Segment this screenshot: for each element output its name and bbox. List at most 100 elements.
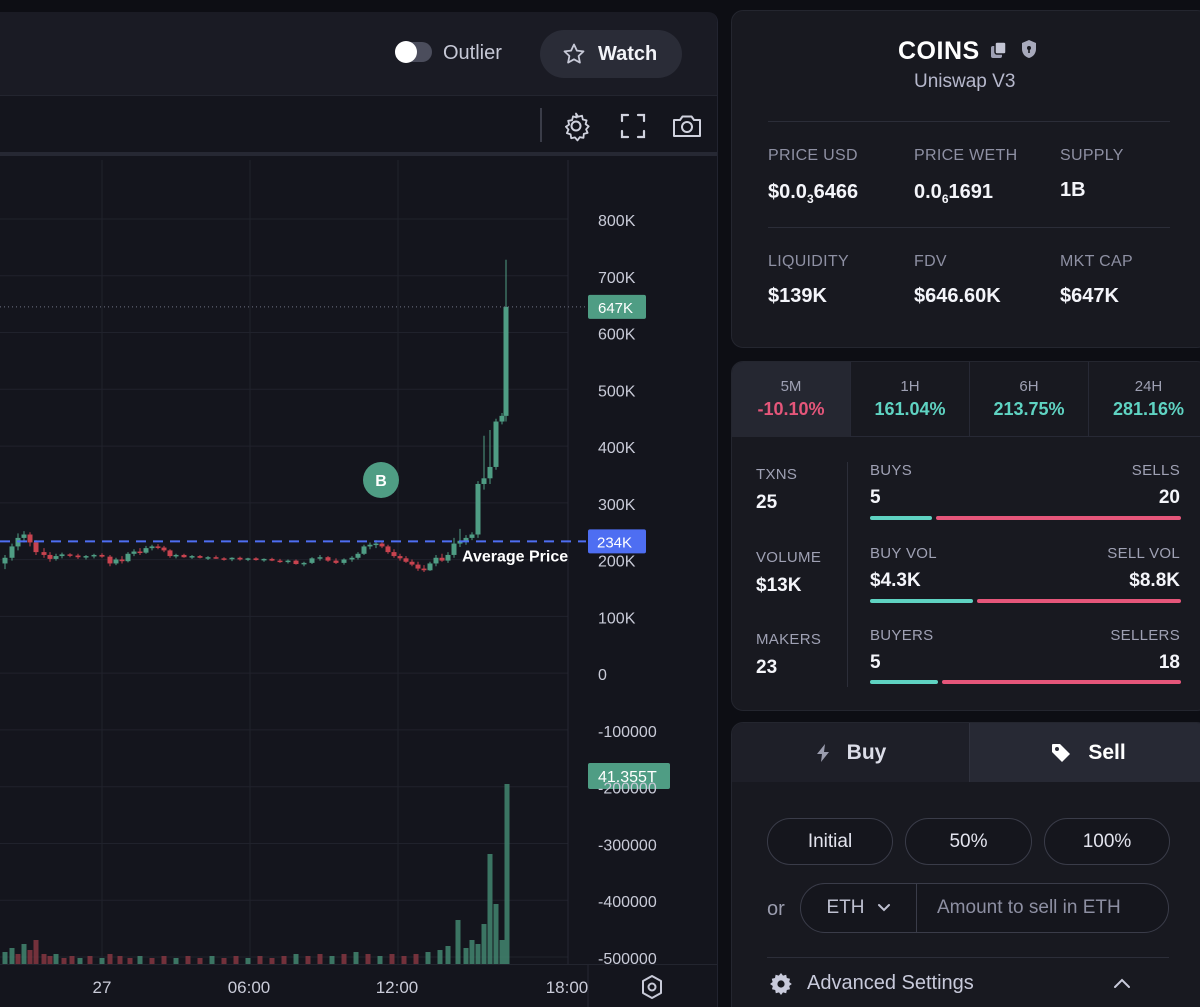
shield-icon[interactable] [1020,39,1038,59]
amount-100-button[interactable]: 100% [1044,818,1170,865]
fdv-value: $646.60K [914,285,1001,307]
time-tick-label: 06:00 [228,978,271,997]
volume-bar [117,956,123,964]
volume-bar [487,854,493,964]
volume-bar [9,948,15,964]
candle-body [333,560,339,563]
volume-bar [499,940,505,964]
fullscreen-icon[interactable] [617,110,649,142]
price-tick-label: -200000 [598,781,657,798]
candle-body [33,542,39,553]
volume-bar [493,904,499,964]
volume-bar [504,784,510,964]
candle-body [309,558,315,563]
tab-change: 281.16% [1112,399,1185,419]
divider [767,957,1169,958]
candle-body [41,552,47,555]
candle-body [355,553,361,558]
buy-vol-value: $4.3K [870,570,921,591]
candle-body [91,554,97,557]
volume-bar [389,954,395,964]
volume-bar [437,950,443,964]
candle-body [445,554,451,561]
candle-body [293,560,299,565]
sellers-value: 18 [1158,652,1180,673]
price-tick-label: 300K [598,497,636,514]
sells-label: SELLS [1131,462,1180,479]
candle-body [149,546,155,549]
currency-select[interactable]: ETH [801,884,917,932]
candle-body [341,559,347,563]
star-icon [563,43,585,64]
candle-body [481,478,487,484]
candle-body [237,557,243,560]
volume-bar [257,956,263,964]
mkt-cap-value: $647K [1060,285,1119,307]
candle-body [409,561,415,565]
toolbar-divider [540,108,542,142]
tab-sell[interactable]: Sell [969,723,1200,782]
activity-card: 5M -10.10% 1H 161.04% 6H 213.75% 24H 281.16%… [731,361,1200,711]
amount-input[interactable] [919,884,1167,932]
candle-body [53,556,59,559]
buy-vol-label: BUY VOL [870,545,937,562]
tab-label: 24H [1134,378,1163,395]
camera-icon[interactable] [671,110,703,142]
price-tick-label: 400K [598,440,636,457]
buys-label: BUYS [870,462,913,479]
advanced-settings-label: Advanced Settings [807,972,974,994]
candle-body [221,558,227,560]
toggle-knob [395,41,417,63]
candle-body [503,306,509,416]
fdv-label: FDV [914,253,947,270]
watch-button[interactable]: Watch [540,30,682,78]
advanced-settings-toggle[interactable]: Advanced Settings [768,969,1180,999]
buyers-bar [870,680,938,684]
volume-bar [137,956,143,964]
trade-card: Buy Sell Initial 50% 100% or ETH Advance… [731,722,1200,1007]
volume-bar [185,956,191,964]
candle-body [285,560,291,563]
copy-icon[interactable] [990,41,1008,59]
time-tick-label: 12:00 [376,978,419,997]
price-chart[interactable]: Average Price 234K 647K 41.355T B 800K 700K 60… [0,160,717,1007]
gear-icon[interactable] [560,110,592,142]
candle-body [205,557,211,559]
candle-body [167,550,173,557]
tab-6h[interactable]: 6H 213.75% [970,362,1089,437]
candle-body [403,558,409,562]
volume-bar [317,954,323,964]
buyers-value: 5 [870,652,881,673]
axis-settings-icon[interactable] [638,973,666,1001]
volume-bar [377,956,383,964]
amount-initial-button[interactable]: Initial [767,818,893,865]
volume-bar [365,954,371,964]
buy-marker-label: B [375,473,387,490]
volume-bar [2,952,8,964]
buys-value: 5 [870,487,881,508]
price-tick-label: 200K [598,554,636,571]
candle-body [125,553,131,562]
tab-24h[interactable]: 24H 281.16% [1089,362,1200,437]
divider [768,121,1170,122]
candle-body [119,559,125,562]
amount-50-button[interactable]: 50% [905,818,1032,865]
lightning-icon [816,743,829,762]
candle-body [181,554,187,558]
volume-bar [53,954,59,964]
volume-bar [469,940,475,964]
candle-body [361,546,367,554]
tab-buy[interactable]: Buy [732,723,969,782]
volume-bar [15,954,21,964]
sells-bar [936,516,1181,520]
outlier-toggle[interactable] [395,41,432,63]
candle-body [161,547,167,551]
volume-bar [69,956,75,964]
candle-body [277,560,283,563]
volume-bar [475,944,481,964]
tab-1h[interactable]: 1H 161.04% [851,362,970,437]
tab-5m[interactable]: 5M -10.10% [732,362,851,437]
price-tick-label: 100K [598,610,636,627]
volume-bar [293,954,299,964]
volume-value: $13K [756,575,802,596]
